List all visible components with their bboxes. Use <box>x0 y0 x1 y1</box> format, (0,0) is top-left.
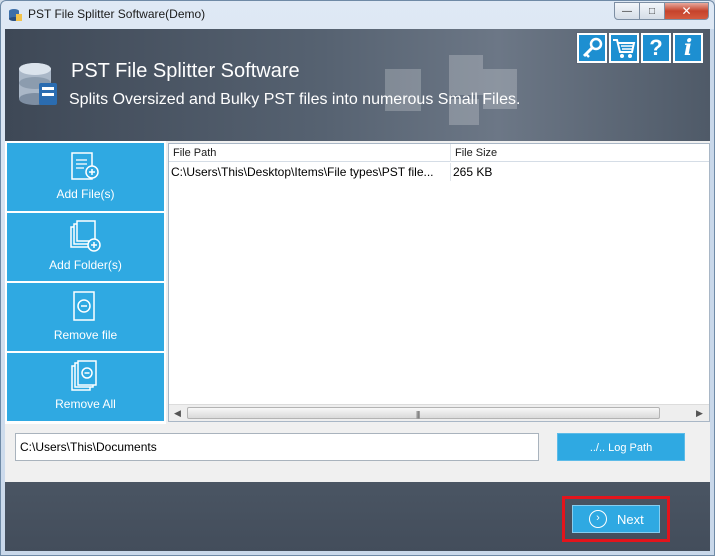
add-file-icon <box>71 152 99 180</box>
app-subtitle: Splits Oversized and Bulky PST files int… <box>69 91 521 108</box>
scrollbar-thumb[interactable]: ||| <box>187 407 660 419</box>
output-bar: ../.. Log Path <box>5 424 710 482</box>
add-files-button[interactable]: Add File(s) <box>7 143 164 211</box>
column-header-file-path[interactable]: File Path <box>169 144 451 162</box>
remove-all-button[interactable]: Remove All <box>7 353 164 421</box>
cell-file-size: 265 KB <box>453 165 493 179</box>
app-logo-icon <box>9 9 22 21</box>
watermark-files-icon <box>385 55 517 125</box>
window-title: PST File Splitter Software(Demo) <box>28 7 206 21</box>
log-path-button[interactable]: ../.. Log Path <box>557 433 685 461</box>
grid-header: File Path File Size <box>169 144 709 162</box>
key-icon <box>582 37 603 58</box>
remove-all-icon <box>71 360 97 391</box>
table-row[interactable]: C:\Users\This\Desktop\Items\File types\P… <box>169 163 709 181</box>
key-button[interactable] <box>576 32 608 64</box>
next-label: Next <box>617 512 644 527</box>
remove-file-icon <box>73 291 95 321</box>
output-path-input[interactable] <box>15 433 539 461</box>
chevron-right-icon: › <box>589 510 607 528</box>
app-title: PST File Splitter Software <box>71 60 300 82</box>
remove-all-label: Remove All <box>55 397 116 411</box>
sidebar: Add File(s) Add Folder(s) Remove file Re… <box>5 141 166 424</box>
add-folder-button[interactable]: Add Folder(s) <box>7 213 164 281</box>
database-logo-icon <box>19 63 57 105</box>
help-button[interactable]: ? <box>641 33 671 63</box>
footer-bar: › Next <box>5 482 710 551</box>
main-panel: Add File(s) Add Folder(s) Remove file Re… <box>5 141 710 482</box>
title-bar[interactable]: PST File Splitter Software(Demo) — □ ✕ <box>1 1 714 29</box>
info-button[interactable]: i <box>673 33 703 63</box>
close-button[interactable]: ✕ <box>665 2 709 20</box>
horizontal-scrollbar[interactable]: ◀ ||| ▶ <box>169 404 709 421</box>
add-folder-icon <box>70 220 101 252</box>
add-folder-label: Add Folder(s) <box>49 258 122 272</box>
window-frame <box>710 29 714 555</box>
client-area: PST File Splitter Software Splits Oversi… <box>5 29 710 551</box>
next-button[interactable]: › Next <box>572 505 660 533</box>
remove-file-label: Remove file <box>53 328 118 342</box>
help-icon: ? <box>649 35 663 60</box>
column-header-file-size[interactable]: File Size <box>451 144 709 162</box>
header-toolbar: ? i <box>576 32 703 64</box>
next-highlight-box: › Next <box>562 496 670 542</box>
app-window: PST File Splitter Software(Demo) — □ ✕ P… <box>0 0 715 556</box>
minimize-button[interactable]: — <box>614 2 640 20</box>
maximize-button[interactable]: □ <box>640 2 665 20</box>
add-files-label: Add File(s) <box>56 187 115 201</box>
app-header: PST File Splitter Software Splits Oversi… <box>5 29 710 141</box>
scroll-right-icon[interactable]: ▶ <box>696 408 703 419</box>
grip-icon: ||| <box>416 410 420 419</box>
info-icon: i <box>683 35 693 61</box>
window-controls: — □ ✕ <box>614 2 709 20</box>
scroll-left-icon[interactable]: ◀ <box>174 408 181 419</box>
remove-file-button[interactable]: Remove file <box>7 283 164 351</box>
cell-file-path: C:\Users\This\Desktop\Items\File types\P… <box>169 163 451 181</box>
cart-button[interactable] <box>609 33 639 63</box>
cart-icon <box>613 39 636 58</box>
file-list-grid[interactable]: File Path File Size C:\Users\This\Deskto… <box>168 143 710 422</box>
